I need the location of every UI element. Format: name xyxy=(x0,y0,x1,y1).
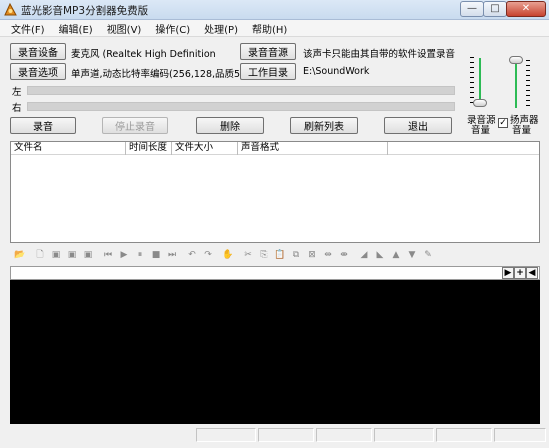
menu-view[interactable]: 视图(V) xyxy=(100,21,149,36)
left-level-meter xyxy=(27,86,455,95)
split-icon[interactable]: ⧉ xyxy=(288,248,304,262)
title-bar[interactable]: 蓝光影音MP3分割器免费版 — □ ✕ xyxy=(0,0,549,20)
status-cell-2 xyxy=(258,428,314,442)
column-duration[interactable]: 时间长度 xyxy=(126,142,172,155)
status-cell-4 xyxy=(374,428,434,442)
recording-options-button[interactable]: 录音选项 xyxy=(10,63,66,80)
go-end-icon[interactable]: ⏭ xyxy=(164,248,180,262)
column-file-name[interactable]: 文件名 xyxy=(11,142,126,155)
recording-source-button[interactable]: 录音音源 xyxy=(240,43,296,60)
delete-button[interactable]: 删除 xyxy=(196,117,264,134)
menu-operation[interactable]: 操作(C) xyxy=(148,21,197,36)
maximize-button[interactable]: □ xyxy=(483,1,507,17)
volume-down-icon[interactable]: ▼ xyxy=(404,248,420,262)
fade-out-icon[interactable]: ◣ xyxy=(372,248,388,262)
save-selection-icon[interactable]: ▣ xyxy=(80,248,96,262)
working-directory-value: E:\SoundWork xyxy=(303,66,370,77)
speaker-volume-slider[interactable] xyxy=(509,56,523,64)
speaker-volume-ticks xyxy=(526,60,530,108)
redo-icon[interactable]: ↷ xyxy=(200,248,216,262)
wand-icon[interactable]: ✎ xyxy=(420,248,436,262)
menu-help[interactable]: 帮助(H) xyxy=(245,21,294,36)
record-button[interactable]: 录音 xyxy=(10,117,76,134)
window-title: 蓝光影音MP3分割器免费版 xyxy=(21,5,149,17)
speaker-volume-track xyxy=(515,60,517,108)
working-directory-button[interactable]: 工作目录 xyxy=(240,63,296,80)
waveform-scroll-right-button[interactable]: ▶ xyxy=(502,267,514,279)
open-folder-icon[interactable]: 📂 xyxy=(12,248,28,262)
copy-icon[interactable]: ⎘ xyxy=(256,248,272,262)
source-volume-slider[interactable] xyxy=(473,99,487,107)
status-cell-5 xyxy=(436,428,492,442)
zoom-in-time-icon[interactable]: ⇹ xyxy=(320,248,336,262)
status-cell-1 xyxy=(196,428,256,442)
speaker-volume-label-line2: 音量 xyxy=(512,125,532,136)
recording-device-button[interactable]: 录音设备 xyxy=(10,43,66,60)
speaker-volume-label: 扬声器 音量 xyxy=(510,116,539,136)
close-button[interactable]: ✕ xyxy=(506,1,546,17)
file-list[interactable]: 文件名 时间长度 文件大小 声音格式 xyxy=(10,141,540,243)
minimize-button[interactable]: — xyxy=(460,1,484,17)
go-start-icon[interactable]: ⏮ xyxy=(100,248,116,262)
menu-file[interactable]: 文件(F) xyxy=(4,21,52,36)
stop-recording-button[interactable]: 停止录音 xyxy=(102,117,168,134)
speaker-checkbox[interactable]: ✓ xyxy=(498,118,508,128)
left-channel-label: 左 xyxy=(12,87,22,98)
recording-options-value: 单声道,动态比特率编码(256,128,品质5) xyxy=(71,69,244,80)
status-cell-3 xyxy=(316,428,372,442)
save-as-icon[interactable]: ▣ xyxy=(64,248,80,262)
refresh-list-button[interactable]: 刷新列表 xyxy=(290,117,358,134)
undo-icon[interactable]: ↶ xyxy=(184,248,200,262)
zoom-out-time-icon[interactable]: ⇼ xyxy=(336,248,352,262)
stop-icon[interactable]: ■ xyxy=(148,248,164,262)
cut-icon[interactable]: ✂ xyxy=(240,248,256,262)
source-volume-label-line2: 音量 xyxy=(471,125,491,136)
menu-process[interactable]: 处理(P) xyxy=(197,21,245,36)
file-list-header: 文件名 时间长度 文件大小 声音格式 xyxy=(11,142,539,155)
source-volume-label: 录音源 音量 xyxy=(467,116,496,136)
fade-in-icon[interactable]: ◢ xyxy=(356,248,372,262)
waveform-zoom-in-button[interactable]: + xyxy=(514,267,526,279)
waveform-zoom-out-button[interactable]: ◀ xyxy=(526,267,538,279)
menu-bar: 文件(F) 编辑(E) 视图(V) 操作(C) 处理(P) 帮助(H) xyxy=(0,20,549,37)
save-icon[interactable]: ▣ xyxy=(48,248,64,262)
right-level-meter xyxy=(27,102,455,111)
right-channel-label: 右 xyxy=(12,103,22,114)
volume-up-icon[interactable]: ▲ xyxy=(388,248,404,262)
app-icon xyxy=(4,2,17,16)
status-bar xyxy=(0,426,549,448)
pause-icon[interactable]: ⏸ xyxy=(132,248,148,262)
waveform-ruler xyxy=(10,266,540,280)
column-audio-format[interactable]: 声音格式 xyxy=(238,142,388,155)
waveform-display[interactable] xyxy=(10,280,540,424)
play-icon[interactable]: ▶ xyxy=(116,248,132,262)
new-file-icon[interactable]: 🗋 xyxy=(32,248,48,262)
menu-edit[interactable]: 编辑(E) xyxy=(52,21,100,36)
hand-icon[interactable]: ✋ xyxy=(220,248,236,262)
edit-toolbar: 📂 🗋 ▣ ▣ ▣ ⏮ ▶ ⏸ ■ ⏭ ↶ ↷ ✋ ✂ ⎘ 📋 ⧉ ⊠ ⇹ ⇼ ◢ ◣ ▲ ▼ ✎ xyxy=(12,248,436,262)
recording-source-value: 该声卡只能由其自带的软件设置录音 xyxy=(303,49,456,60)
window-controls: — □ ✕ xyxy=(460,1,546,18)
paste-icon[interactable]: 📋 xyxy=(272,248,288,262)
recording-device-value: 麦克风 (Realtek High Definition xyxy=(71,49,216,60)
column-file-size[interactable]: 文件大小 xyxy=(172,142,238,155)
status-cell-6 xyxy=(494,428,546,442)
mix-icon[interactable]: ⊠ xyxy=(304,248,320,262)
exit-button[interactable]: 退出 xyxy=(384,117,452,134)
